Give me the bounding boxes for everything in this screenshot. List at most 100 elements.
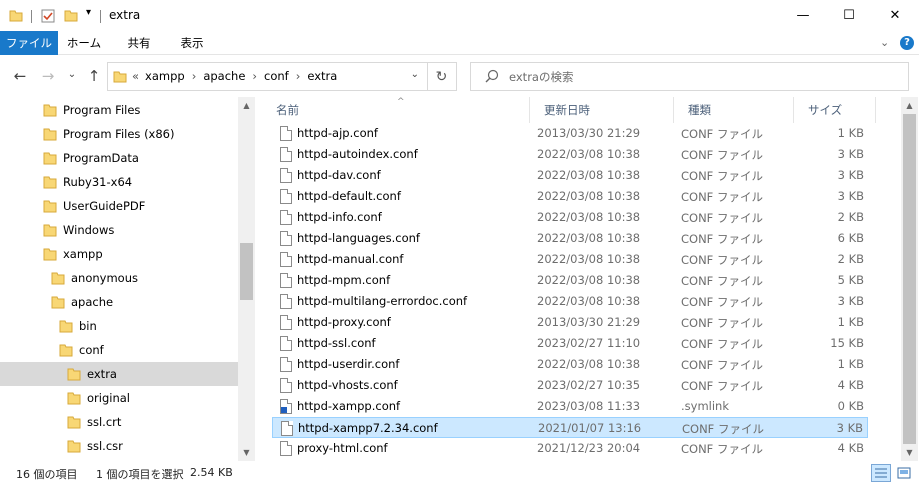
sidebar-item-ssl-csr[interactable]: ssl.csr: [0, 434, 238, 458]
search-input[interactable]: extraの検索: [509, 69, 573, 85]
file-date: 2021/12/23 20:04: [537, 441, 641, 455]
quick-access-dropdown-icon[interactable]: ▾: [86, 7, 91, 18]
file-type: CONF ファイル: [681, 358, 763, 372]
breadcrumb-item-apache[interactable]: apache: [203, 69, 245, 83]
file-row[interactable]: httpd-xampp.conf 2023/03/08 11:33 .symlink…: [272, 396, 868, 417]
search-box[interactable]: extraの検索: [470, 62, 909, 91]
scroll-up-icon[interactable]: ▲: [904, 101, 915, 110]
ribbon-expand-icon[interactable]: ⌄: [880, 36, 889, 49]
column-header-type[interactable]: 種類: [674, 97, 794, 123]
navigation-bar: ← → ⌄ ↑ « xampp › apache › conf › extra …: [0, 55, 919, 97]
file-list-scrollbar[interactable]: ▲ ▼: [901, 97, 918, 461]
file-row[interactable]: httpd-xampp7.2.34.conf 2021/01/07 13:16 CO…: [272, 417, 868, 438]
sidebar-item-anonymous[interactable]: anonymous: [0, 266, 238, 290]
address-bar[interactable]: « xampp › apache › conf › extra ⌄: [107, 62, 428, 91]
file-row[interactable]: httpd-manual.conf 2022/03/08 10:38 CONF ファ…: [272, 249, 868, 270]
folder-icon: [43, 128, 57, 141]
file-row[interactable]: httpd-mpm.conf 2022/03/08 10:38 CONF ファイル 5…: [272, 270, 868, 291]
file-size: 2 KB: [837, 210, 864, 224]
sidebar-item-ruby31-x64[interactable]: Ruby31-x64: [0, 170, 238, 194]
file-name: httpd-autoindex.conf: [297, 147, 418, 161]
breadcrumb-separator-icon[interactable]: ›: [252, 69, 257, 83]
tab-home[interactable]: ホーム: [58, 31, 110, 55]
sidebar-item-bin[interactable]: bin: [0, 314, 238, 338]
file-row[interactable]: proxy-html.conf 2021/12/23 20:04 CONF ファイル…: [272, 438, 868, 459]
address-dropdown-icon[interactable]: ⌄: [411, 69, 419, 80]
new-folder-icon[interactable]: [64, 8, 78, 22]
sidebar-item-program-files-x86[interactable]: Program Files (x86): [0, 122, 238, 146]
breadcrumb-item-extra[interactable]: extra: [307, 69, 337, 83]
file-type: CONF ファイル: [681, 190, 763, 204]
scroll-down-icon[interactable]: ▼: [241, 448, 252, 457]
file-icon: [280, 147, 292, 162]
sidebar-item-extra[interactable]: extra: [0, 362, 238, 386]
forward-button[interactable]: →: [38, 67, 58, 85]
file-size: 3 KB: [837, 294, 864, 308]
file-row[interactable]: httpd-multilang-errordoc.conf 2022/03/08 …: [272, 291, 868, 312]
navigation-pane: Program Files Program Files (x86) ProgramD…: [0, 97, 256, 461]
sidebar-item-label: ssl.csr: [87, 439, 123, 453]
recent-locations-button[interactable]: ⌄: [62, 69, 82, 80]
properties-icon[interactable]: [40, 8, 56, 24]
sidebar-item-apache[interactable]: apache: [0, 290, 238, 314]
tab-view[interactable]: 表示: [166, 31, 218, 55]
sidebar-item-original[interactable]: original: [0, 386, 238, 410]
sidebar-item-userguidepdf[interactable]: UserGuidePDF: [0, 194, 238, 218]
file-date: 2022/03/08 10:38: [537, 147, 641, 161]
file-date: 2023/02/27 11:10: [537, 336, 641, 350]
file-row[interactable]: httpd-dav.conf 2022/03/08 10:38 CONF ファイル 3…: [272, 165, 868, 186]
column-header-name[interactable]: 名前 ^: [262, 97, 530, 123]
maximize-button[interactable]: ☐: [826, 0, 872, 31]
up-button[interactable]: ↑: [84, 67, 104, 85]
file-row[interactable]: httpd-ajp.conf 2013/03/30 21:29 CONF ファイル 1…: [272, 123, 868, 144]
sidebar-item-conf[interactable]: conf: [0, 338, 238, 362]
breadcrumb-separator-icon[interactable]: ›: [192, 69, 197, 83]
folder-icon: [43, 152, 57, 165]
file-list-scroll-thumb[interactable]: [903, 114, 916, 444]
sidebar-item-program-files[interactable]: Program Files: [0, 98, 238, 122]
file-size: 6 KB: [837, 231, 864, 245]
column-header-size[interactable]: サイズ: [794, 97, 876, 123]
refresh-button[interactable]: ↻: [427, 62, 457, 91]
back-button[interactable]: ←: [10, 67, 30, 85]
sidebar-item-xampp[interactable]: xampp: [0, 242, 238, 266]
details-view-button[interactable]: [871, 464, 891, 482]
breadcrumb-overflow-icon[interactable]: «: [132, 69, 139, 83]
file-row[interactable]: httpd-vhosts.conf 2023/02/27 10:35 CONF ファ…: [272, 375, 868, 396]
file-row[interactable]: httpd-languages.conf 2022/03/08 10:38 CONF…: [272, 228, 868, 249]
minimize-button[interactable]: —: [780, 0, 826, 31]
file-icon: [280, 231, 292, 246]
file-row[interactable]: httpd-default.conf 2022/03/08 10:38 CONF フ…: [272, 186, 868, 207]
scroll-up-icon[interactable]: ▲: [241, 101, 252, 110]
file-date: 2022/03/08 10:38: [537, 357, 641, 371]
sidebar-item-windows[interactable]: Windows: [0, 218, 238, 242]
folder-icon: [67, 440, 81, 453]
tab-share[interactable]: 共有: [112, 31, 166, 55]
file-row[interactable]: httpd-userdir.conf 2022/03/08 10:38 CONF フ…: [272, 354, 868, 375]
folder-icon: [51, 272, 65, 285]
file-row[interactable]: httpd-info.conf 2022/03/08 10:38 CONF ファイル…: [272, 207, 868, 228]
scroll-down-icon[interactable]: ▼: [904, 448, 915, 457]
column-header-date[interactable]: 更新日時: [530, 97, 674, 123]
tab-file[interactable]: ファイル: [0, 31, 58, 55]
help-icon[interactable]: ?: [900, 36, 914, 50]
file-size: 5 KB: [837, 273, 864, 287]
file-row[interactable]: httpd-autoindex.conf 2022/03/08 10:38 CONF…: [272, 144, 868, 165]
file-type: CONF ファイル: [681, 337, 763, 351]
breadcrumb-item-conf[interactable]: conf: [264, 69, 289, 83]
folder-icon: [113, 71, 127, 83]
sidebar-item-ssl-crt[interactable]: ssl.crt: [0, 410, 238, 434]
sidebar-item-programdata[interactable]: ProgramData: [0, 146, 238, 170]
folder-icon: [67, 416, 81, 429]
file-name: httpd-info.conf: [297, 210, 382, 224]
large-icons-view-button[interactable]: [894, 464, 914, 482]
breadcrumb-separator-icon[interactable]: ›: [296, 69, 301, 83]
file-row[interactable]: httpd-proxy.conf 2013/03/30 21:29 CONF ファイ…: [272, 312, 868, 333]
breadcrumb-item-xampp[interactable]: xampp: [145, 69, 185, 83]
sidebar-scrollbar[interactable]: ▲ ▼: [238, 97, 255, 461]
file-row[interactable]: httpd-ssl.conf 2023/02/27 11:10 CONF ファイル 1…: [272, 333, 868, 354]
sidebar-scroll-thumb[interactable]: [240, 243, 253, 300]
file-name: httpd-xampp.conf: [297, 399, 401, 413]
window-title: extra: [109, 8, 141, 22]
close-button[interactable]: ✕: [872, 0, 918, 31]
